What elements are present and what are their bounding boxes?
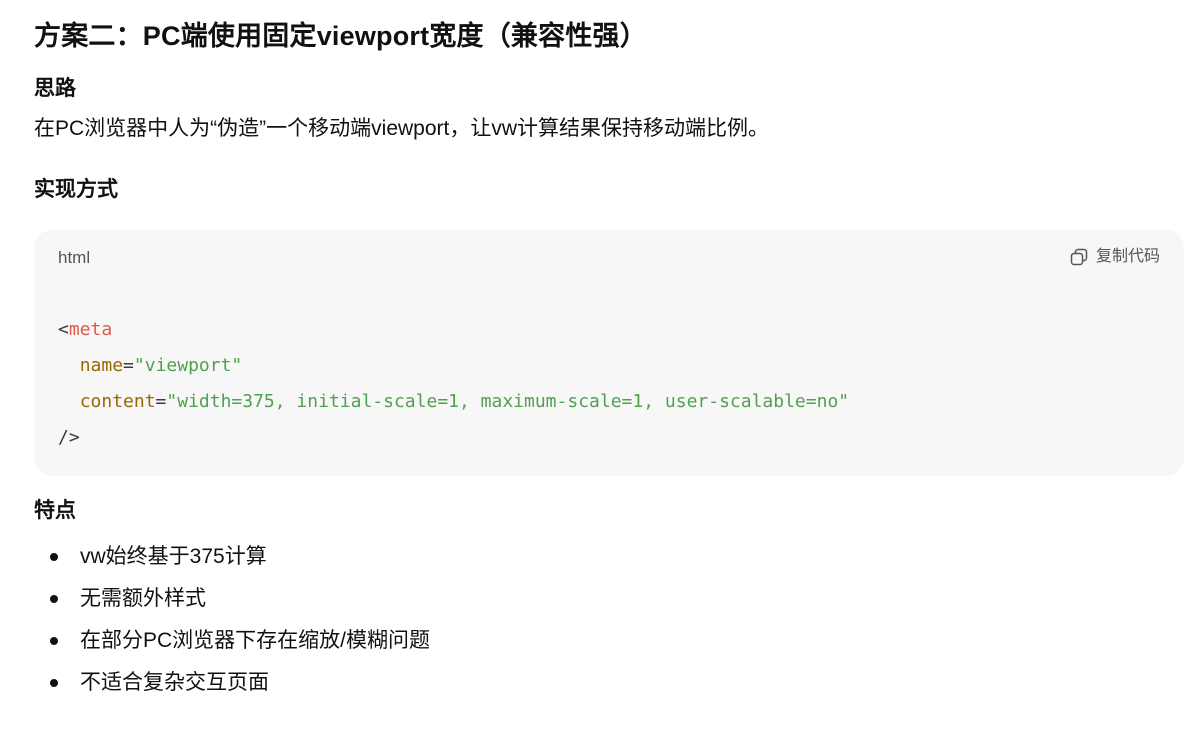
code-token-attr: content [79, 391, 156, 412]
copy-icon [1069, 247, 1089, 267]
list-item: 无需额外样式 [34, 578, 1186, 620]
list-item: 在部分PC浏览器下存在缩放/模糊问题 [34, 620, 1186, 662]
list-item-text: vw始终基于375计算 [80, 545, 267, 568]
code-token-punct: /> [58, 427, 80, 448]
list-item: 不适合复杂交互页面 [34, 662, 1186, 704]
code-token-str: "viewport" [133, 355, 243, 376]
code-language-label: html [58, 248, 91, 267]
code-content: <meta name="viewport" content="width=375… [58, 312, 849, 456]
code-token-punct: < [58, 319, 69, 340]
code-block: html 复制代码 <meta name="viewport" content=… [34, 230, 1184, 476]
bullet-icon [50, 679, 58, 687]
idea-heading: 思路 [34, 77, 76, 100]
code-token-tag: meta [68, 319, 113, 340]
code-line: content="width=375, initial-scale=1, max… [58, 384, 849, 420]
idea-text: 在PC浏览器中人为“伪造”一个移动端viewport，让vw计算结果保持移动端比… [34, 117, 770, 140]
code-token-attr: name [79, 355, 124, 376]
copy-code-label: 复制代码 [1095, 248, 1160, 265]
bullet-icon [50, 595, 58, 603]
code-token-str: "width=375, initial-scale=1, maximum-sca… [166, 391, 850, 412]
bullet-icon [50, 553, 58, 561]
features-heading: 特点 [34, 499, 76, 522]
list-item-text: 在部分PC浏览器下存在缩放/模糊问题 [80, 629, 431, 652]
implementation-heading: 实现方式 [34, 178, 118, 201]
list-item-text: 无需额外样式 [80, 587, 206, 610]
code-token-punct: = [123, 355, 134, 376]
code-line: <meta [58, 312, 849, 348]
document-content: 方案二：PC端使用固定viewport宽度（兼容性强） 思路 在PC浏览器中人为… [34, 16, 1186, 704]
features-list: vw始终基于375计算 无需额外样式 在部分PC浏览器下存在缩放/模糊问题 不适… [34, 536, 1186, 704]
section-title: 方案二：PC端使用固定viewport宽度（兼容性强） [34, 21, 647, 51]
code-line: /> [58, 420, 849, 456]
code-token-punct: = [155, 391, 167, 412]
copy-code-button[interactable]: 复制代码 [1069, 245, 1160, 269]
code-line: name="viewport" [58, 348, 849, 384]
bullet-icon [50, 637, 58, 645]
list-item-text: 不适合复杂交互页面 [80, 671, 269, 694]
list-item: vw始终基于375计算 [34, 536, 1186, 578]
